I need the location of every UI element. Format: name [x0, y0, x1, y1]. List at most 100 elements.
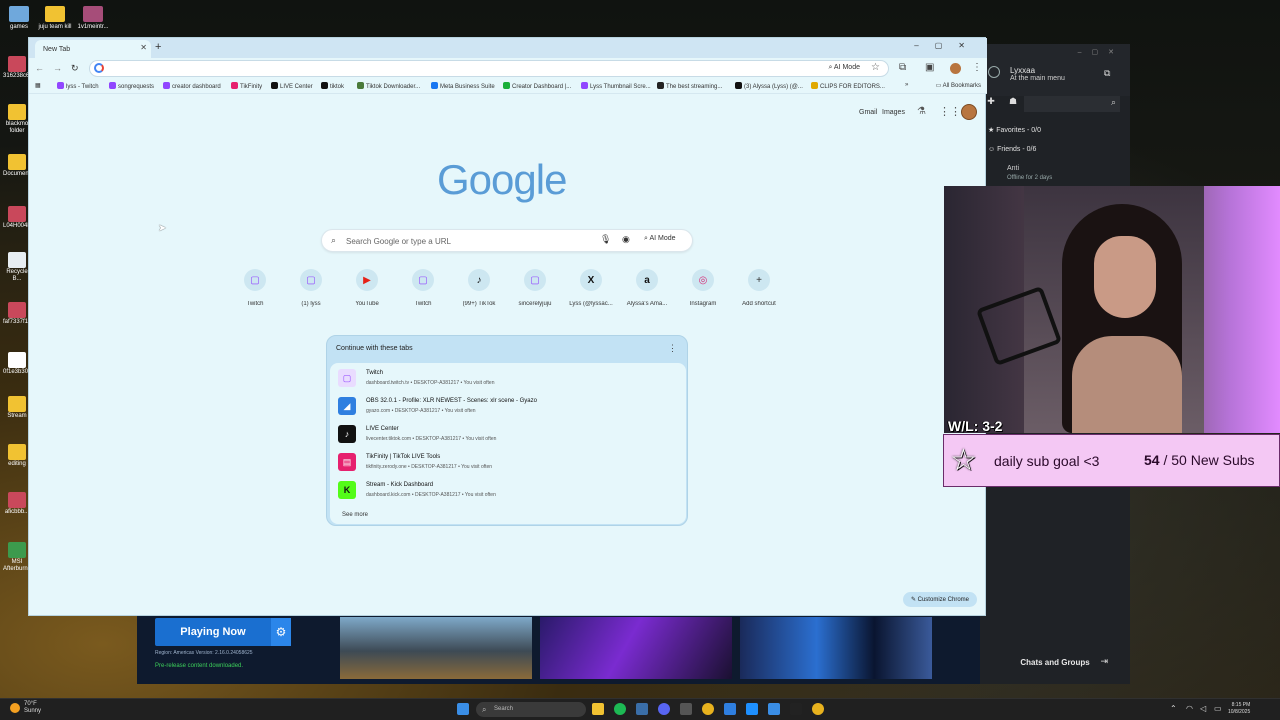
list-item[interactable]: ▤ TikFinity | TikTok LIVE Tools tikfinit… [338, 451, 678, 477]
shortcut-tile[interactable]: ▢ (1) lyss [285, 269, 337, 307]
list-item[interactable]: K Stream - Kick Dashboard dashboard.kick… [338, 479, 678, 505]
game-tile[interactable] [540, 617, 732, 679]
customize-chrome-button[interactable]: ✎ Customize Chrome [902, 592, 977, 607]
app-icon[interactable] [768, 703, 780, 715]
desktop-icon[interactable]: faf7337f1... [3, 302, 33, 326]
google-search-box[interactable]: ⌕ 🎙 ◉ ⌕ AI Mode [321, 229, 693, 252]
microphone-icon[interactable]: 🎙 [600, 234, 611, 245]
bookmark-star-icon[interactable]: ☆ [871, 62, 880, 73]
shortcut-tile[interactable]: ▢ Twitch [397, 269, 449, 307]
bookmark-item[interactable]: creator dashboard [163, 82, 221, 90]
desktop-icon[interactable]: L04H004l... [3, 206, 34, 230]
bookmark-item[interactable]: Creator Dashboard |... [503, 82, 571, 90]
bookmark-item[interactable]: LIVE Center [271, 82, 313, 90]
shortcut-tile[interactable]: ▢ sincerelyjuju [509, 269, 561, 307]
list-item[interactable]: ▢ Twitch dashboard.twitch.tv • DESKTOP-A… [338, 367, 678, 393]
back-icon[interactable]: ← [35, 63, 44, 73]
chrome-icon[interactable] [702, 703, 714, 715]
ai-mode-button[interactable]: ⌕ AI Mode [644, 235, 676, 243]
desktop-icon-juju[interactable]: juju team kill [38, 6, 72, 30]
more-options-icon[interactable]: ⋮ [668, 343, 677, 354]
bookmark-item[interactable]: songrequests [109, 82, 154, 90]
bookmark-item[interactable]: Tiktok Downloader... [357, 82, 420, 90]
desktop-icon-recycle-bin[interactable]: Recycle B... [3, 252, 31, 283]
add-shortcut-button[interactable]: + Add shortcut [733, 269, 785, 307]
desktop-icon[interactable]: 316238c6... [3, 56, 34, 80]
bookmark-item[interactable]: The best streaming... [657, 82, 722, 90]
external-link-icon[interactable]: ⧉ [1104, 68, 1110, 79]
bookmark-item[interactable]: Lyss Thumbnail Scre... [581, 82, 651, 90]
friend-search[interactable]: ⌕ [1024, 96, 1120, 112]
bookmark-item[interactable]: tiktok [321, 82, 344, 90]
spotify-icon[interactable] [614, 703, 626, 715]
all-bookmarks[interactable]: ▭ All Bookmarks [936, 82, 981, 89]
desktop-icon-1v1[interactable]: 1v1meintr... [76, 6, 110, 30]
bookmark-item[interactable]: lyss - Twitch [57, 82, 99, 90]
desktop-icon[interactable]: blackmo folder [3, 104, 31, 135]
desktop-icon[interactable]: 0f1e3b30... [3, 352, 33, 376]
list-item[interactable]: ◢ OBS 32.0.1 - Profile: XLR NEWEST - Sce… [338, 395, 678, 421]
chrome-icon[interactable] [812, 703, 824, 715]
search-input[interactable] [346, 234, 586, 248]
desktop-icon[interactable]: Documen... [3, 154, 34, 178]
window-controls[interactable]: –▢✕ [914, 41, 981, 50]
volume-icon[interactable]: ◁ [1200, 704, 1206, 713]
app-icon[interactable] [724, 703, 736, 715]
wifi-icon[interactable]: ◠ [1186, 704, 1193, 713]
list-item[interactable]: ♪ LIVE Center livecenter.tiktok.com • DE… [338, 423, 678, 449]
account-avatar[interactable] [961, 104, 977, 120]
forward-icon[interactable]: → [53, 63, 62, 73]
tab-new-tab[interactable]: New Tab ✕ [35, 40, 151, 58]
menu-icon[interactable]: ⋮ [972, 62, 982, 73]
bookmark-item[interactable]: (3) Alyssa (Lyss) (@... [735, 82, 803, 90]
apps-icon[interactable]: ▦ [35, 82, 41, 89]
app-icon[interactable] [680, 703, 692, 715]
bookmark-item[interactable]: Meta Business Suite [431, 82, 495, 90]
window-controls[interactable]: –▢✕ [1078, 48, 1124, 56]
desktop-icon[interactable]: Stream [3, 396, 31, 420]
game-tile[interactable] [340, 617, 532, 679]
bookmark-item[interactable]: CLIPS FOR EDITORS... [811, 82, 885, 90]
discord-icon[interactable] [658, 703, 670, 715]
game-tile[interactable] [740, 617, 932, 679]
app-icon[interactable] [636, 703, 648, 715]
ai-mode-button[interactable]: ⌕ AI Mode [828, 64, 860, 72]
google-lens-icon[interactable]: ◉ [622, 234, 630, 245]
sidepanel-icon[interactable]: ▣ [925, 62, 934, 73]
weather-widget[interactable]: 70°F Sunny [10, 701, 41, 715]
labs-flask-icon[interactable]: ⚗ [917, 106, 926, 117]
file-explorer-icon[interactable] [592, 703, 604, 715]
shortcut-tile[interactable]: ▢ Twitch [229, 269, 281, 307]
friends-row[interactable]: ☺ Friends - 0/6 [988, 146, 1036, 153]
username[interactable]: Lyxxaa [1010, 66, 1035, 75]
profile-avatar[interactable] [950, 63, 961, 74]
shortcut-tile[interactable]: ◎ Instagram [677, 269, 729, 307]
more-bookmarks-icon[interactable]: » [905, 82, 908, 88]
add-friend-icon[interactable]: ✚ [984, 96, 998, 110]
see-more-link[interactable]: See more [342, 512, 368, 518]
new-tab-button[interactable]: + [155, 41, 161, 53]
chevron-up-icon[interactable]: ⌃ [1170, 704, 1177, 713]
gmail-link[interactable]: Gmail [859, 109, 877, 116]
obs-icon[interactable] [790, 703, 802, 715]
windows-start-icon[interactable] [457, 703, 469, 715]
desktop-icon[interactable]: editing [3, 444, 31, 468]
party-icon[interactable]: ☗ [1006, 96, 1020, 110]
shortcut-tile[interactable]: a Alyssa's Ama... [621, 269, 673, 307]
expand-icon[interactable]: ⇥ [1100, 656, 1108, 667]
close-tab-icon[interactable]: ✕ [140, 43, 147, 52]
user-avatar-icon[interactable] [988, 66, 1000, 78]
shortcut-tile[interactable]: ♪ (99+) TikTok [453, 269, 505, 307]
address-bar[interactable]: ⌕ AI Mode ☆ [89, 60, 889, 77]
friend-name[interactable]: Anti [1007, 165, 1019, 172]
images-link[interactable]: Images [882, 109, 905, 116]
bookmark-item[interactable]: TikFinity [231, 82, 262, 90]
taskbar-search[interactable]: ⌕ Search [476, 702, 586, 717]
playing-now-button[interactable]: Playing Now [155, 618, 271, 646]
clock[interactable]: 8:15 PM 10/8/2025 [1228, 702, 1250, 716]
battery-icon[interactable]: ▭ [1214, 704, 1222, 713]
shortcut-tile[interactable]: ▶ YouTube [341, 269, 393, 307]
shortcut-tile[interactable]: X Lyss (@lyssac... [565, 269, 617, 307]
gear-icon[interactable]: ⚙ [271, 618, 291, 646]
desktop-icon[interactable]: aficbbb... [3, 492, 31, 516]
